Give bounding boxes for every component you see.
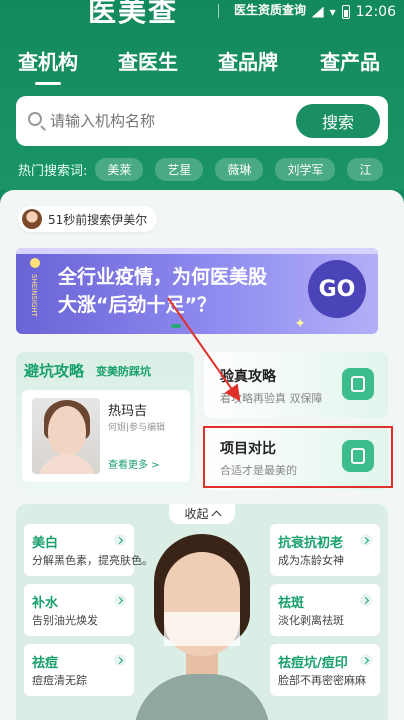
chevron-right-icon <box>360 654 372 666</box>
guide-title: 避坑攻略 <box>24 362 85 380</box>
chevron-up-icon <box>211 510 221 520</box>
concern-card-acne-scars[interactable]: 祛痘坑/痘印 脸部不再密密麻麻 <box>270 644 380 696</box>
banner-dot-icon <box>30 258 40 268</box>
logo-divider <box>218 4 219 18</box>
concern-subtitle: 成为冻龄女神 <box>278 554 344 567</box>
recent-search-pill: 51秒前搜索伊美尔 <box>18 206 158 232</box>
hot-chip[interactable]: 薇琳 <box>215 157 264 181</box>
guide-card-author: 何姐|参与编辑 <box>108 423 166 433</box>
hot-chip[interactable]: 艺星 <box>155 157 204 181</box>
app-logo: 医美查 <box>88 0 179 28</box>
concern-title: 补水 <box>32 596 59 611</box>
hot-search-row: 热门搜索词: 美莱 艺星 薇琳 刘学军 江 <box>18 157 395 181</box>
avatar <box>22 209 42 229</box>
battery-icon <box>341 5 350 19</box>
chevron-right-icon <box>360 534 372 546</box>
chevron-right-icon <box>360 594 372 606</box>
banner-side-text: SHEINSIGHT <box>30 274 38 317</box>
tab-product[interactable]: 查产品 <box>320 46 380 75</box>
concern-subtitle: 脸部不再密密麻麻 <box>278 674 366 687</box>
concern-card-whitening[interactable]: 美白 分解黑色素，提亮肤色。 <box>24 524 153 576</box>
content-panel: 51秒前搜索伊美尔 SHEINSIGHT 全行业疫情，为何医美股 大涨“后劲十足… <box>0 190 404 720</box>
hot-search-label: 热门搜索词: <box>18 163 88 179</box>
chevron-right-icon <box>114 594 126 606</box>
face-concerns-section: 收起 美白 分解黑色素，提亮肤色。 补水 告别油光焕发 祛痘 痘痘清无踪 抗衰抗… <box>16 504 388 720</box>
banner-top-strip <box>16 248 378 254</box>
view-more-link[interactable]: 查看更多 > <box>108 456 160 471</box>
wifi-icon: ▾ <box>329 5 336 19</box>
search-input[interactable] <box>50 108 290 134</box>
concern-title: 祛痘 <box>32 656 59 671</box>
status-icons: ▾ 12:06 <box>311 4 396 20</box>
concern-title: 美白 <box>32 536 59 551</box>
banner-headline-1: 全行业疫情，为何医美股 <box>58 266 268 288</box>
tab-institution[interactable]: 查机构 <box>18 46 78 75</box>
guide-thumbnail <box>32 398 100 474</box>
clock: 12:06 <box>355 4 396 20</box>
concern-card-spots[interactable]: 祛斑 淡化剥离祛斑 <box>270 584 380 636</box>
concern-subtitle: 告别油光焕发 <box>32 614 98 627</box>
tab-brand[interactable]: 查品牌 <box>218 46 278 75</box>
guide-card[interactable]: 热玛吉 何姐|参与编辑 查看更多 > <box>22 390 190 482</box>
header: 医美查 医生资质查询 ▾ 12:06 查机构 查医生 查品牌 查产品 搜索 热门… <box>0 0 404 190</box>
guide-subtitle: 变美防踩坑 <box>96 365 151 378</box>
hot-chip[interactable]: 刘学军 <box>275 157 336 181</box>
concern-title: 祛痘坑/痘印 <box>278 656 348 671</box>
face-model-illustration <box>134 534 270 720</box>
chevron-right-icon <box>114 534 126 546</box>
search-box: 搜索 <box>16 96 388 146</box>
banner-headline-2: 大涨“后劲十足”？ <box>58 294 216 316</box>
concern-title: 抗衰抗初老 <box>278 536 344 551</box>
verify-guide-card[interactable]: 验真攻略 看攻略再验真 双保障 <box>204 352 388 418</box>
card-subtitle: 看攻略再验真 双保障 <box>220 392 323 405</box>
concern-card-hydration[interactable]: 补水 告别油光焕发 <box>24 584 134 636</box>
highlight-box <box>203 426 393 488</box>
signal-icon <box>311 6 324 18</box>
banner-go-button[interactable]: GO <box>308 260 366 318</box>
chevron-right-icon <box>114 654 126 666</box>
guide-card-title: 热玛吉 <box>108 404 148 419</box>
concern-subtitle: 分解黑色素，提亮肤色。 <box>32 554 153 567</box>
guide-section: 避坑攻略 变美防踩坑 热玛吉 何姐|参与编辑 查看更多 > <box>16 352 194 494</box>
collapse-button[interactable]: 收起 <box>169 504 235 524</box>
hot-chip[interactable]: 江 <box>347 157 384 181</box>
search-button[interactable]: 搜索 <box>296 104 380 138</box>
concern-card-antiaging[interactable]: 抗衰抗初老 成为冻龄女神 <box>270 524 380 576</box>
concern-subtitle: 淡化剥离祛斑 <box>278 614 344 627</box>
concern-subtitle: 痘痘清无踪 <box>32 674 87 687</box>
collapse-label: 收起 <box>184 506 209 521</box>
banner-page-indicator <box>171 324 181 328</box>
scan-icon <box>342 368 374 400</box>
promo-banner[interactable]: SHEINSIGHT 全行业疫情，为何医美股 大涨“后劲十足”？ GO ✦ <box>16 248 378 334</box>
search-icon <box>28 112 42 126</box>
hot-chip[interactable]: 美莱 <box>95 157 144 181</box>
recent-search-text: 51秒前搜索伊美尔 <box>48 212 148 227</box>
status-bar: 医美查 医生资质查询 ▾ 12:06 <box>0 0 404 28</box>
concern-title: 祛斑 <box>278 596 305 611</box>
tab-doctor[interactable]: 查医生 <box>118 46 178 75</box>
card-title: 验真攻略 <box>220 369 276 385</box>
logo-subtitle: 医生资质查询 <box>234 3 307 17</box>
concern-card-acne[interactable]: 祛痘 痘痘清无踪 <box>24 644 134 696</box>
sparkle-icon: ✦ <box>294 316 306 332</box>
